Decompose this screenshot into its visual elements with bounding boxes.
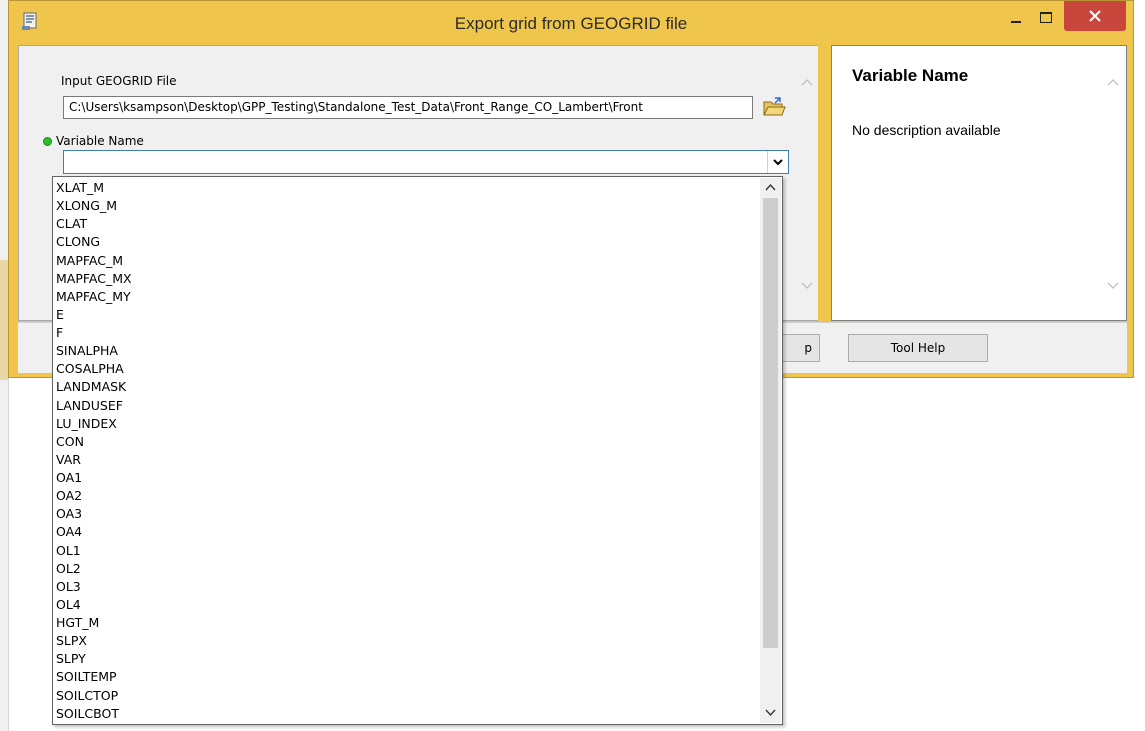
dropdown-option[interactable]: XLAT_M — [56, 179, 758, 197]
input-file-label: Input GEOGRID File — [61, 74, 177, 88]
dropdown-option[interactable]: SOILCBOT — [56, 705, 758, 723]
minimize-button[interactable] — [1004, 3, 1028, 31]
dropdown-option[interactable]: SLPX — [56, 632, 758, 650]
help-heading: Variable Name — [852, 66, 969, 85]
dropdown-option[interactable]: CON — [56, 433, 758, 451]
chevron-down-icon — [773, 158, 783, 165]
help-panel: Variable Name No description available — [831, 45, 1127, 321]
variable-name-dropdown-list: XLAT_M XLONG_M CLAT CLONG MAPFAC_M MAPFAC_MX M… — [52, 176, 783, 725]
dropdown-option[interactable]: E — [56, 306, 758, 324]
dropdown-option[interactable]: SLPY — [56, 650, 758, 668]
dropdown-option[interactable]: SOILTEMP — [56, 668, 758, 686]
dropdown-option[interactable]: SOILCTOP — [56, 687, 758, 705]
green-dot-icon — [43, 137, 52, 146]
window-title: Export grid from GEOGRID file — [454, 14, 688, 33]
dropdown-option[interactable]: OL2 — [56, 560, 758, 578]
scroll-down-icon[interactable] — [765, 709, 776, 717]
title-bar[interactable]: Export grid from GEOGRID file — [9, 1, 1133, 44]
scroll-up-icon[interactable] — [801, 78, 813, 86]
dropdown-option[interactable]: F — [56, 324, 758, 342]
dropdown-option[interactable]: MAPFAC_MX — [56, 270, 758, 288]
input-file-field[interactable]: C:\Users\ksampson\Desktop\GPP_Testing\St… — [63, 96, 753, 119]
scroll-up-icon[interactable] — [1107, 78, 1119, 86]
dropdown-option[interactable]: LU_INDEX — [56, 415, 758, 433]
dropdown-option[interactable]: OA3 — [56, 505, 758, 523]
dropdown-option[interactable]: VAR — [56, 451, 758, 469]
dropdown-option[interactable]: SINALPHA — [56, 342, 758, 360]
scroll-up-icon[interactable] — [765, 183, 776, 191]
dropdown-option[interactable]: HGT_M — [56, 614, 758, 632]
dropdown-option[interactable]: OA1 — [56, 469, 758, 487]
dropdown-option[interactable]: CLONG — [56, 233, 758, 251]
dropdown-option[interactable]: MAPFAC_M — [56, 252, 758, 270]
dropdown-option[interactable]: OL1 — [56, 542, 758, 560]
dropdown-option[interactable]: OL4 — [56, 596, 758, 614]
browse-button[interactable] — [761, 95, 787, 121]
variable-name-label: Variable Name — [56, 134, 144, 148]
scroll-down-icon[interactable] — [1107, 282, 1119, 290]
help-description: No description available — [852, 122, 1001, 138]
dropdown-option[interactable]: MAPFAC_MY — [56, 288, 758, 306]
dropdown-option[interactable]: OA2 — [56, 487, 758, 505]
variable-name-combobox[interactable] — [63, 150, 789, 174]
dropdown-option[interactable]: LANDUSEF — [56, 397, 758, 415]
close-icon — [1089, 10, 1101, 22]
dropdown-option[interactable]: OL3 — [56, 578, 758, 596]
dropdown-option[interactable]: COSALPHA — [56, 360, 758, 378]
dropdown-options: XLAT_M XLONG_M CLAT CLONG MAPFAC_M MAPFAC_MX M… — [56, 179, 758, 723]
open-folder-icon — [763, 97, 786, 116]
tool-help-button[interactable]: Tool Help — [848, 334, 988, 362]
combobox-dropdown-button[interactable] — [767, 151, 788, 173]
scrollbar-thumb[interactable] — [763, 198, 778, 648]
dropdown-option[interactable]: LANDMASK — [56, 378, 758, 396]
dropdown-option[interactable]: OA4 — [56, 523, 758, 541]
dropdown-option[interactable]: CLAT — [56, 215, 758, 233]
dropdown-option[interactable]: XLONG_M — [56, 197, 758, 215]
close-button[interactable] — [1064, 1, 1126, 31]
dropdown-scrollbar[interactable] — [760, 178, 781, 723]
background-window-edge — [0, 380, 9, 731]
help-scrollbar[interactable] — [1100, 46, 1126, 320]
maximize-button[interactable] — [1033, 3, 1059, 31]
scroll-down-icon[interactable] — [801, 282, 813, 290]
parameters-scrollbar[interactable] — [794, 46, 818, 320]
